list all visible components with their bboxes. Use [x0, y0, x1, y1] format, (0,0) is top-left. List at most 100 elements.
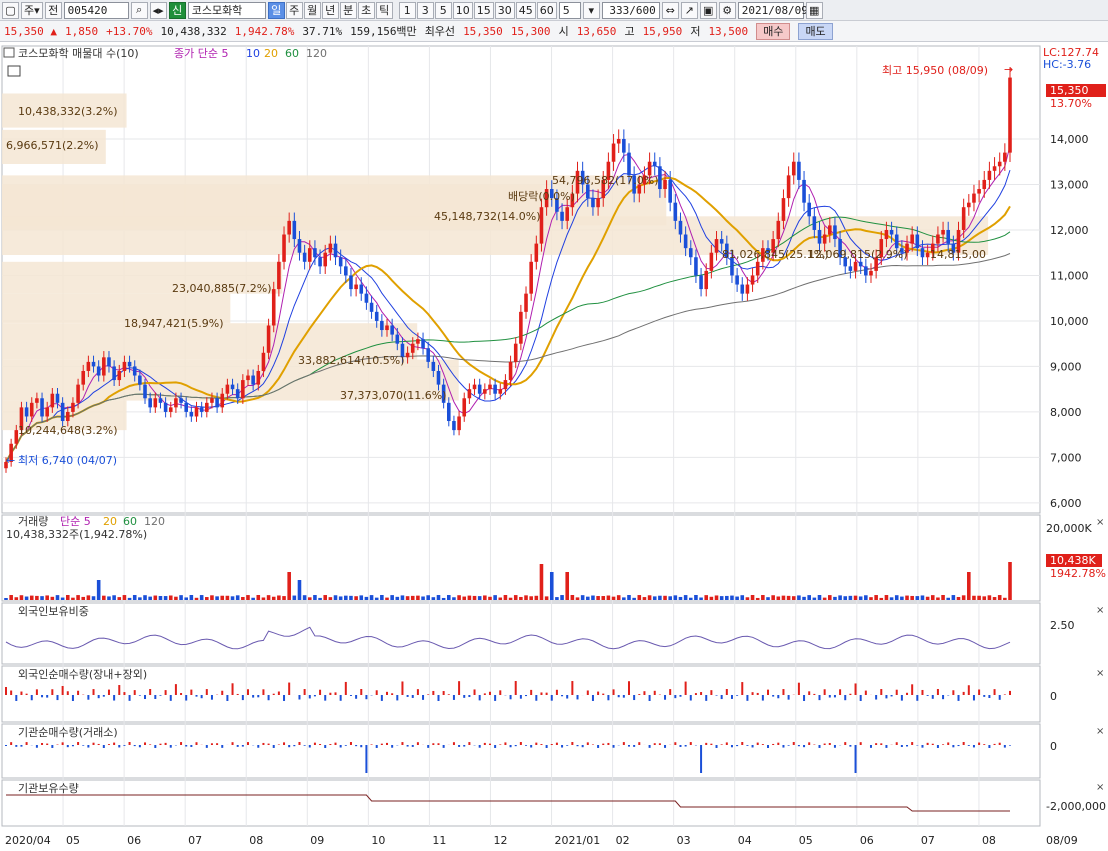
candle-body — [462, 398, 467, 417]
save-icon[interactable]: ▣ — [699, 1, 717, 19]
date-field[interactable]: 2021/08/09 — [737, 1, 808, 19]
close-icon[interactable]: × — [1096, 782, 1104, 793]
period-tab[interactable]: 틱 — [375, 1, 393, 19]
interval-tab[interactable]: 45 — [515, 1, 536, 19]
interval-tab[interactable]: 15 — [473, 1, 494, 19]
volume-bar — [858, 596, 863, 600]
search-icon[interactable]: ⌕ — [130, 1, 148, 19]
count-box[interactable]: 5 — [558, 1, 581, 19]
date-tick: 2020/04 — [5, 834, 51, 847]
stock-code-input[interactable]: 005420 — [63, 1, 129, 19]
foreign-net-bar — [66, 691, 69, 695]
high-label: 고 — [624, 25, 635, 38]
buy-button[interactable]: 매수 — [756, 22, 791, 40]
close-icon[interactable]: × — [1096, 605, 1104, 616]
foreign-net-bar — [102, 695, 105, 697]
interval-tab[interactable]: 3 — [416, 1, 434, 19]
period-tab[interactable]: 초 — [357, 1, 375, 19]
date-tick: 10 — [371, 834, 385, 847]
volume-bar — [766, 597, 770, 600]
period-tab[interactable]: 일 — [267, 1, 285, 19]
foreign-net-bar — [885, 695, 888, 699]
candle-body — [436, 370, 441, 385]
calendar-icon[interactable]: ▦ — [805, 1, 823, 19]
date-tick: 08 — [982, 834, 996, 847]
close-icon[interactable]: × — [1096, 517, 1104, 528]
stock-name-field[interactable]: 코스모화학 — [187, 1, 266, 19]
volume-bar — [282, 596, 286, 600]
candle-body — [565, 207, 570, 221]
inst-hold-line — [6, 794, 1010, 812]
foreign-net-bar — [221, 690, 224, 695]
inst-net-bar — [571, 742, 574, 745]
foreign-net-bar — [236, 693, 239, 695]
inst-net-bar — [895, 742, 898, 745]
zoom-icon[interactable]: ⇔ — [661, 1, 679, 19]
draw-tool-icon[interactable]: ↗ — [680, 1, 698, 19]
candle-body — [220, 393, 225, 408]
period-tab[interactable]: 년 — [321, 1, 339, 19]
interval-tab[interactable]: 1 — [398, 1, 416, 19]
candle-body — [524, 293, 528, 312]
speaker-icon[interactable]: ◂▸ — [149, 1, 167, 19]
volume-bar — [45, 595, 49, 600]
candle-body — [936, 234, 940, 244]
volume-bar — [215, 596, 219, 600]
interval-tab[interactable]: 60 — [536, 1, 557, 19]
interval-tab[interactable]: 30 — [494, 1, 515, 19]
volume-bar — [920, 595, 925, 600]
interval-tabs: 1 3 5 10 15 30 45 60 — [398, 1, 557, 19]
legend-box-icon[interactable] — [3, 47, 15, 58]
count-dropdown-icon[interactable]: ▾ — [582, 1, 600, 19]
market-select[interactable]: 주 ▾ — [21, 1, 43, 19]
inst-net-bar — [483, 742, 486, 745]
volume-bar — [946, 597, 951, 600]
chart-area[interactable]: 10,438,332(3.2%) 6,966,571(2.2%) 54,796,58… — [0, 42, 1108, 851]
inst-net-bar — [736, 745, 739, 747]
date-tick: 07 — [921, 834, 935, 847]
candle-body — [961, 207, 966, 230]
volume-bar — [822, 597, 827, 600]
foreign-net-bar — [56, 695, 59, 701]
close-icon[interactable]: × — [1096, 726, 1104, 737]
foreign-net-bar — [488, 691, 491, 695]
candle-body — [982, 179, 987, 190]
low-value: 13,500 — [708, 24, 749, 38]
xaxis-end: 08/09 — [1046, 834, 1078, 847]
interval-tab[interactable]: 10 — [452, 1, 473, 19]
volume-sub: 10,438,332주(1,942.78%) — [6, 528, 147, 541]
volume-bar — [828, 595, 832, 600]
inst-net-bar — [700, 745, 703, 773]
foreign-net-bar — [267, 695, 270, 701]
foreign-net-bar — [669, 689, 672, 695]
price-tick: 8,000 — [1050, 406, 1082, 419]
period-tab[interactable]: 월 — [303, 1, 321, 19]
inst-net-bar — [787, 745, 790, 746]
inst-net-bar — [545, 745, 548, 748]
volume-bar — [65, 595, 70, 600]
volume-bar — [96, 580, 101, 600]
foreign-net-bar — [797, 682, 800, 695]
period-tab[interactable]: 분 — [339, 1, 357, 19]
calculator-icon[interactable] — [7, 65, 21, 77]
candle-body — [65, 411, 70, 422]
gear-icon[interactable]: ⚙ — [718, 1, 736, 19]
foreign-net-bar — [813, 693, 816, 695]
volume-bar — [529, 596, 533, 600]
window-icon[interactable]: ▢ — [2, 1, 19, 19]
period-tab[interactable]: 주 — [285, 1, 303, 19]
range-field[interactable]: 333/600 — [601, 1, 660, 19]
candle-body — [199, 407, 204, 412]
foreign-net-bar — [41, 695, 44, 698]
inst-net-bar — [283, 742, 286, 745]
foreign-net-bar — [159, 695, 162, 696]
candle-body — [354, 284, 358, 290]
candle-body — [117, 370, 122, 381]
close-icon[interactable]: × — [1096, 668, 1104, 679]
prev-button[interactable]: 전 — [44, 1, 62, 19]
foreign-net-bar — [591, 695, 594, 701]
inst-net-bar — [622, 742, 625, 745]
volume-bar — [446, 595, 451, 600]
sell-button[interactable]: 매도 — [798, 22, 833, 40]
interval-tab[interactable]: 5 — [434, 1, 452, 19]
